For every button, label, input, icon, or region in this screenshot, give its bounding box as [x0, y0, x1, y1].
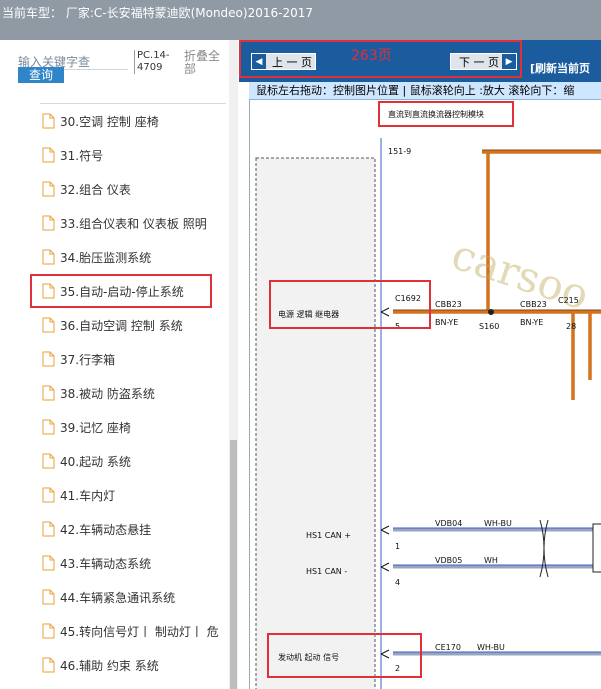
tree-item[interactable]: 46.辅助 约束 系统: [0, 648, 229, 682]
label-cbb23-b: CBB23: [520, 300, 547, 309]
label-hs1-can-plus: HS1 CAN +: [306, 531, 352, 540]
tree-item-label: 31.符号: [60, 148, 104, 163]
refresh-page-link[interactable]: [刷新当前页: [530, 60, 590, 76]
document-icon: [42, 453, 55, 469]
label-pin28: 28: [566, 322, 577, 331]
tree-item-label: 32.组合 仪表: [60, 182, 131, 197]
tree-item[interactable]: 37.行李箱: [0, 342, 229, 376]
label-cbb23-a: CBB23: [435, 300, 462, 309]
document-icon: [42, 419, 55, 435]
module-box: [255, 157, 376, 689]
document-icon: [42, 385, 55, 401]
app-window: 当前车型： 厂家:C-长安福特蒙迪欧(Mondeo)2016-2017 查询 P…: [0, 0, 601, 689]
tree-item[interactable]: 32.组合 仪表: [0, 172, 229, 206]
label-pin4: 4: [395, 578, 401, 587]
tree-item[interactable]: 39.记忆 座椅: [0, 410, 229, 444]
document-icon: [42, 623, 55, 639]
tree-item[interactable]: 41.车内灯: [0, 478, 229, 512]
viewer-panel: ◀ 上 一 页 263页 下 一 页 ▶ [刷新当前页 鼠标左右拖动：控制图片位…: [239, 40, 601, 689]
tree-item[interactable]: 30.空调 控制 座椅: [0, 104, 229, 138]
tree-item-label: 35.自动-启动-停止系统: [60, 284, 184, 299]
label-ce170: CE170: [435, 643, 461, 652]
tree-item[interactable]: 42.车辆动态悬挂: [0, 512, 229, 546]
tree-item[interactable]: 45.转向信号灯丨 制动灯丨 危: [0, 614, 229, 648]
tree-item-label: 44.车辆紧急通讯系统: [60, 590, 176, 605]
label-s160: S160: [479, 322, 500, 331]
tree-list: 30.空调 控制 座椅 31.符号 32.组合 仪表 33.组合仪表和 仪表板 照明 3…: [0, 104, 229, 682]
label-wh: WH: [484, 556, 498, 565]
tree-item-label: 34.胎压监测系统: [60, 250, 152, 265]
splice-s160: [488, 309, 494, 315]
document-icon: [42, 113, 55, 129]
document-icon: [42, 589, 55, 605]
title-bar: 当前车型： 厂家:C-长安福特蒙迪欧(Mondeo)2016-2017: [0, 0, 601, 40]
label-pin1: 1: [395, 542, 401, 551]
document-icon: [42, 215, 55, 231]
document-icon: [42, 181, 55, 197]
document-icon: [42, 147, 55, 163]
label-vdb04: VDB04: [435, 519, 463, 528]
tree-item[interactable]: 34.胎压监测系统: [0, 240, 229, 274]
label-wh-bu-a: WH-BU: [484, 519, 512, 528]
tree-item[interactable]: 31.符号: [0, 138, 229, 172]
tree-item-label: 45.转向信号灯丨 制动灯丨 危: [60, 624, 219, 639]
tree-item[interactable]: 43.车辆动态系统: [0, 546, 229, 580]
label-hs1-can-minus: HS1 CAN -: [306, 567, 348, 576]
pc-version-label: PC.14-4709: [134, 50, 174, 74]
scrollbar-thumb[interactable]: [230, 440, 237, 689]
label-wh-bu-b: WH-BU: [477, 643, 505, 652]
can-wire-edges: [393, 527, 601, 653]
right-module-edge: [592, 523, 601, 573]
document-icon: [42, 521, 55, 537]
tree-item-label: 42.车辆动态悬挂: [60, 522, 152, 537]
label-c215: C215: [558, 296, 579, 305]
document-icon: [42, 351, 55, 367]
left-panel: 查询 PC.14-4709 折叠全部 30.空调 控制 座椅 31.符号 32.组合…: [0, 40, 238, 689]
window-title: 当前车型： 厂家:C-长安福特蒙迪欧(Mondeo)2016-2017: [2, 6, 313, 20]
tree-item[interactable]: 44.车辆紧急通讯系统: [0, 580, 229, 614]
tree-item-label: 39.记忆 座椅: [60, 420, 131, 435]
document-icon: [42, 487, 55, 503]
hint-bar: 鼠标左右拖动：控制图片位置 | 鼠标滚轮向上 :放大 滚轮向下：缩: [249, 82, 601, 100]
search-button[interactable]: 查询: [18, 67, 64, 83]
toolbar-highlight-box: [239, 40, 522, 78]
power-relay-highlight: [269, 280, 431, 329]
document-icon: [42, 283, 55, 299]
collapse-all-button[interactable]: 折叠全部: [184, 50, 224, 76]
can-wires: [393, 528, 601, 656]
wiring-diagram[interactable]: carsoo 直流到直流换流器控制模块 151-9 电源 逻辑 继电器 C169…: [249, 100, 601, 689]
diagram-svg: [255, 138, 601, 689]
label-vdb05: VDB05: [435, 556, 463, 565]
tree-item-label: 43.车辆动态系统: [60, 556, 152, 571]
search-row: 查询 PC.14-4709 折叠全部: [0, 40, 238, 90]
tree-item-label: 41.车内灯: [60, 488, 116, 503]
tree-item[interactable]: 35.自动-启动-停止系统: [30, 274, 212, 308]
tree-item[interactable]: 33.组合仪表和 仪表板 照明: [0, 206, 229, 240]
tree-item-label: 30.空调 控制 座椅: [60, 114, 159, 129]
tree-item-label: 37.行李箱: [60, 352, 116, 367]
document-icon: [42, 657, 55, 673]
module-title-highlight: [378, 101, 514, 127]
document-icon: [42, 555, 55, 571]
tree-item-label: 36.自动空调 控制 系统: [60, 318, 183, 333]
tree-item-label: 33.组合仪表和 仪表板 照明: [60, 216, 207, 231]
document-icon: [42, 249, 55, 265]
tree-item[interactable]: 40.起动 系统: [0, 444, 229, 478]
diagram-ref: 151-9: [388, 147, 412, 156]
tree-item-label: 46.辅助 约束 系统: [60, 658, 159, 673]
connector-arrow: [380, 525, 390, 535]
tree-item-label: 40.起动 系统: [60, 454, 131, 469]
tree-item-label: 38.被动 防盗系统: [60, 386, 155, 401]
engine-start-highlight: [267, 633, 422, 678]
viewer-toolbar: ◀ 上 一 页 263页 下 一 页 ▶ [刷新当前页: [239, 40, 601, 82]
tree-item[interactable]: 38.被动 防盗系统: [0, 376, 229, 410]
label-bn-ye-b: BN-YE: [520, 318, 544, 327]
document-icon: [42, 317, 55, 333]
label-bn-ye-a: BN-YE: [435, 318, 459, 327]
connector-arrow: [380, 562, 390, 572]
tree-item[interactable]: 36.自动空调 控制 系统: [0, 308, 229, 342]
